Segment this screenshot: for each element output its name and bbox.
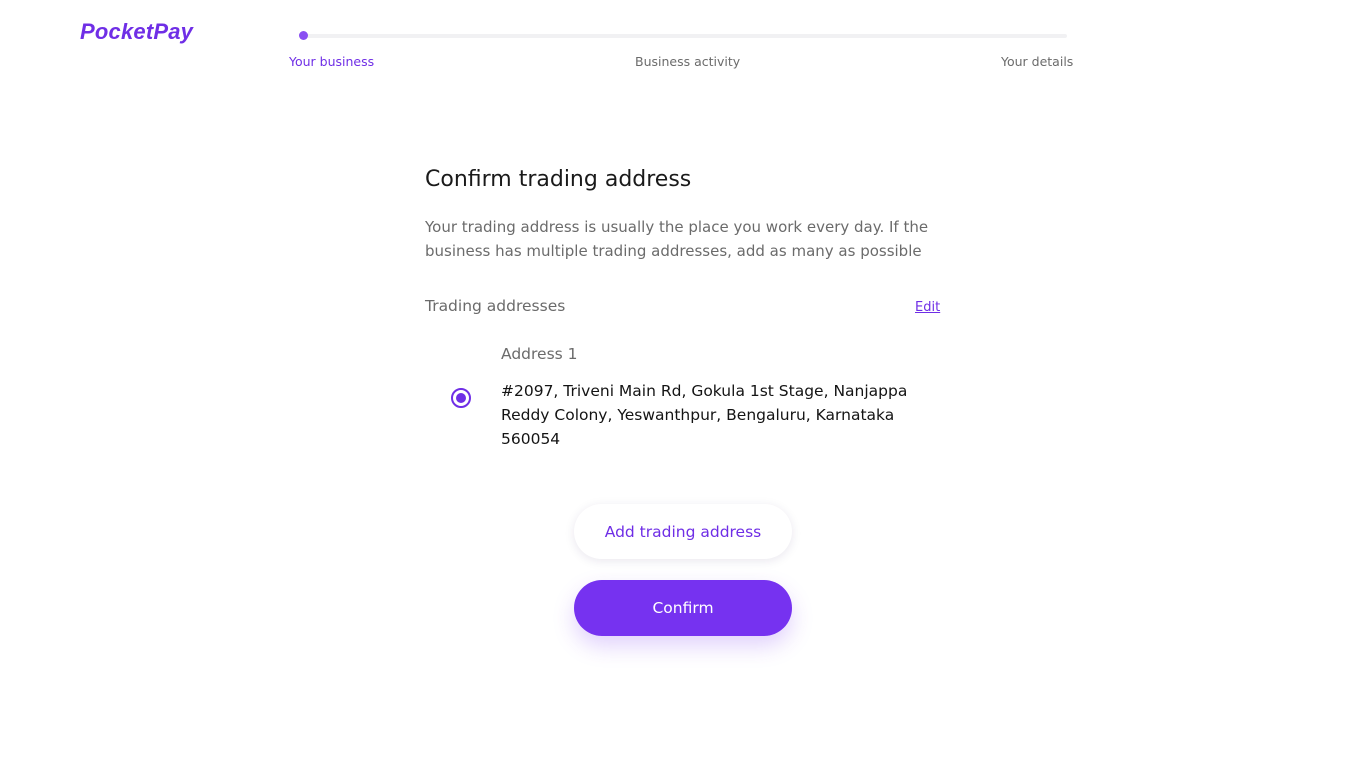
trading-addresses-label: Trading addresses <box>425 297 566 315</box>
step-your-business: Your business <box>289 54 375 69</box>
edit-addresses-link[interactable]: Edit <box>915 300 940 315</box>
page-description: Your trading address is usually the plac… <box>425 218 929 260</box>
step-your-details: Your details <box>1001 54 1074 69</box>
address-radio[interactable] <box>451 388 471 408</box>
address-label: Address 1 <box>501 345 578 363</box>
step-business-activity: Business activity <box>635 54 741 69</box>
pocketpay-logo[interactable]: PocketPay <box>80 19 193 45</box>
onboarding-page: PocketPay Your business Business activit… <box>0 0 1366 768</box>
page-title: Confirm trading address <box>425 167 692 192</box>
progress-current-dot <box>299 31 308 40</box>
progress-track <box>302 34 1067 38</box>
add-trading-address-button[interactable]: Add trading address <box>574 504 792 559</box>
confirm-button[interactable]: Confirm <box>574 580 792 636</box>
radio-selected-dot <box>456 393 466 403</box>
address-text: #2097, Triveni Main Rd, Gokula 1st Stage… <box>501 382 908 448</box>
